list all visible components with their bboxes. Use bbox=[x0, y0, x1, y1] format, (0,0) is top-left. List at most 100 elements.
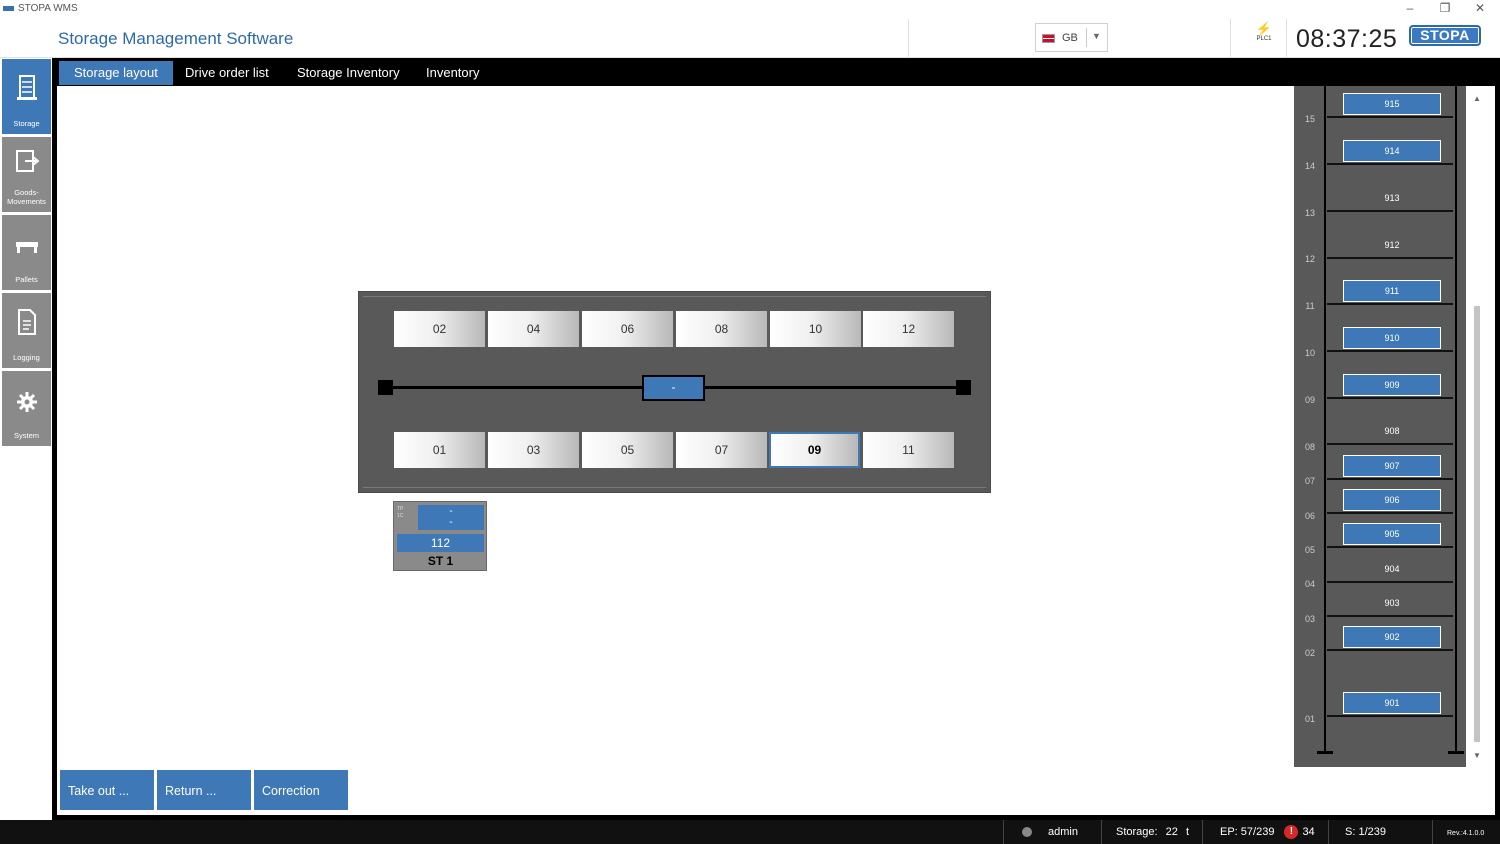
rack-level-label: 05 bbox=[1304, 545, 1315, 555]
app-title: Storage Management Software bbox=[58, 29, 294, 48]
plug-icon: ⚡ bbox=[1255, 21, 1273, 36]
storage-slot-selected[interactable]: 09 bbox=[769, 432, 860, 468]
station-st1[interactable]: TP 1C - - 112 ST 1 bbox=[393, 501, 487, 571]
rack-bin-occupied[interactable]: 911 bbox=[1343, 280, 1441, 302]
panel-border-line bbox=[363, 487, 986, 488]
correction-button[interactable]: Correction bbox=[254, 770, 348, 810]
alert-icon[interactable]: ! bbox=[1284, 825, 1299, 840]
revision-label: Rev.:4.1.0.0 bbox=[1447, 830, 1485, 837]
sidebar-item-logging[interactable]: Logging bbox=[2, 293, 51, 368]
plc-label: PLC1 bbox=[1256, 36, 1272, 42]
rack-level-label: 13 bbox=[1304, 208, 1315, 218]
minimize-button[interactable]: – bbox=[1392, 0, 1428, 18]
rack-level-label: 09 bbox=[1304, 395, 1315, 405]
rack-shelf bbox=[1327, 478, 1453, 480]
status-alert-count[interactable]: 34 bbox=[1302, 826, 1314, 838]
storage-slot[interactable]: 12 bbox=[863, 311, 954, 347]
status-s: S: 1/239 bbox=[1328, 820, 1432, 844]
sidebar-item-label: Storage bbox=[13, 119, 40, 128]
track-end-stop bbox=[378, 380, 393, 395]
status-storage-value: 22 bbox=[1165, 826, 1178, 838]
window-title: STOPA WMS bbox=[18, 3, 78, 14]
content-frame bbox=[52, 58, 57, 820]
clock: 08:37:25 bbox=[1296, 25, 1398, 53]
close-button[interactable]: ✕ bbox=[1462, 0, 1498, 18]
app-header: Storage Management Software GB ▼ ⚡ PLC1 … bbox=[0, 19, 1500, 58]
rack-bin-occupied[interactable]: 907 bbox=[1343, 455, 1441, 477]
rack-shelf bbox=[1327, 210, 1453, 212]
rack-bin-occupied[interactable]: 915 bbox=[1343, 93, 1441, 115]
rack-shelf bbox=[1327, 350, 1453, 352]
storage-slot[interactable]: 02 bbox=[394, 311, 485, 347]
storage-slot[interactable]: 08 bbox=[676, 311, 767, 347]
rack-shelf bbox=[1327, 116, 1453, 118]
sidebar-item-goods-movements[interactable]: Goods- Movements bbox=[2, 137, 51, 212]
rack-shelf bbox=[1327, 649, 1453, 651]
rack-bin-empty[interactable]: 913 bbox=[1343, 193, 1441, 203]
tab-inventory[interactable]: Inventory bbox=[411, 61, 494, 85]
rack-bin-occupied[interactable]: 914 bbox=[1343, 140, 1441, 162]
storage-slot[interactable]: 11 bbox=[863, 432, 954, 468]
language-select[interactable]: GB ▼ bbox=[1035, 23, 1108, 52]
rack-bin-occupied[interactable]: 909 bbox=[1343, 374, 1441, 396]
tab-storage-inventory[interactable]: Storage Inventory bbox=[282, 61, 415, 85]
rack-level-label: 04 bbox=[1304, 579, 1315, 589]
storage-slot[interactable]: 06 bbox=[582, 311, 673, 347]
sidebar-item-pallets[interactable]: Pallets bbox=[2, 215, 51, 290]
rack-level-label: 03 bbox=[1304, 614, 1315, 624]
rack-shelf bbox=[1327, 715, 1453, 717]
rack-level-label: 02 bbox=[1304, 648, 1315, 658]
rack-bin-occupied[interactable]: 910 bbox=[1343, 327, 1441, 349]
rack-level-label: 07 bbox=[1304, 476, 1315, 486]
rack-foot bbox=[1448, 751, 1464, 754]
station-transfer-top: - bbox=[449, 506, 453, 517]
chevron-down-icon[interactable]: ▼ bbox=[1092, 31, 1101, 41]
storage-slot[interactable]: 03 bbox=[488, 432, 579, 468]
station-transfer-bottom: - bbox=[449, 517, 453, 528]
scroll-down-icon[interactable]: ▼ bbox=[1473, 751, 1481, 760]
storage-slot[interactable]: 04 bbox=[488, 311, 579, 347]
rack-bin-occupied[interactable]: 902 bbox=[1343, 626, 1441, 648]
rack-bin-occupied[interactable]: 905 bbox=[1343, 523, 1441, 545]
track-end-stop bbox=[956, 380, 971, 395]
tab-storage-layout[interactable]: Storage layout bbox=[59, 61, 173, 85]
storage-icon bbox=[2, 75, 51, 107]
rack-bin-occupied[interactable]: 906 bbox=[1343, 489, 1441, 511]
scrollbar-thumb[interactable] bbox=[1474, 306, 1480, 742]
rack-bin-empty[interactable]: 904 bbox=[1343, 564, 1441, 574]
goods-movements-icon bbox=[2, 149, 51, 181]
rack-shelf bbox=[1327, 397, 1453, 399]
shuttle[interactable]: - bbox=[642, 375, 705, 401]
status-ep-value: EP: 57/239 bbox=[1220, 826, 1275, 838]
storage-slot[interactable]: 01 bbox=[394, 432, 485, 468]
restore-button[interactable]: ❐ bbox=[1427, 0, 1463, 18]
user-icon bbox=[1022, 827, 1032, 838]
rack-bin-empty[interactable]: 903 bbox=[1343, 598, 1441, 608]
rack-bin-empty[interactable]: 912 bbox=[1343, 240, 1441, 250]
rack-shelf bbox=[1327, 257, 1453, 259]
storage-slot[interactable]: 07 bbox=[676, 432, 767, 468]
rack-shelf bbox=[1327, 303, 1453, 305]
station-number: 112 bbox=[397, 534, 484, 552]
gb-flag-icon bbox=[1042, 34, 1055, 43]
sidebar-item-label: Goods- Movements bbox=[7, 188, 46, 206]
rack-level-label: 15 bbox=[1304, 114, 1315, 124]
tab-drive-order-list[interactable]: Drive order list bbox=[170, 61, 284, 85]
storage-slot[interactable]: 05 bbox=[582, 432, 673, 468]
header-divider bbox=[1286, 19, 1287, 57]
return-button[interactable]: Return ... bbox=[157, 770, 251, 810]
take-out-button[interactable]: Take out ... bbox=[60, 770, 154, 810]
scroll-up-icon[interactable]: ▲ bbox=[1473, 94, 1481, 103]
rack-bin-empty[interactable]: 908 bbox=[1343, 426, 1441, 436]
logging-icon bbox=[2, 309, 51, 341]
rack-shelf bbox=[1327, 163, 1453, 165]
rack-shelf bbox=[1327, 615, 1453, 617]
pallets-icon bbox=[2, 235, 51, 261]
sidebar-item-system[interactable]: System bbox=[2, 371, 51, 446]
status-user: admin bbox=[1003, 820, 1101, 844]
rack-scrollbar[interactable]: ▲ ▼ bbox=[1470, 88, 1484, 764]
panel-border-line bbox=[363, 296, 986, 297]
rack-bin-occupied[interactable]: 901 bbox=[1343, 692, 1441, 714]
sidebar-item-storage[interactable]: Storage bbox=[2, 59, 51, 134]
storage-slot[interactable]: 10 bbox=[770, 311, 861, 347]
